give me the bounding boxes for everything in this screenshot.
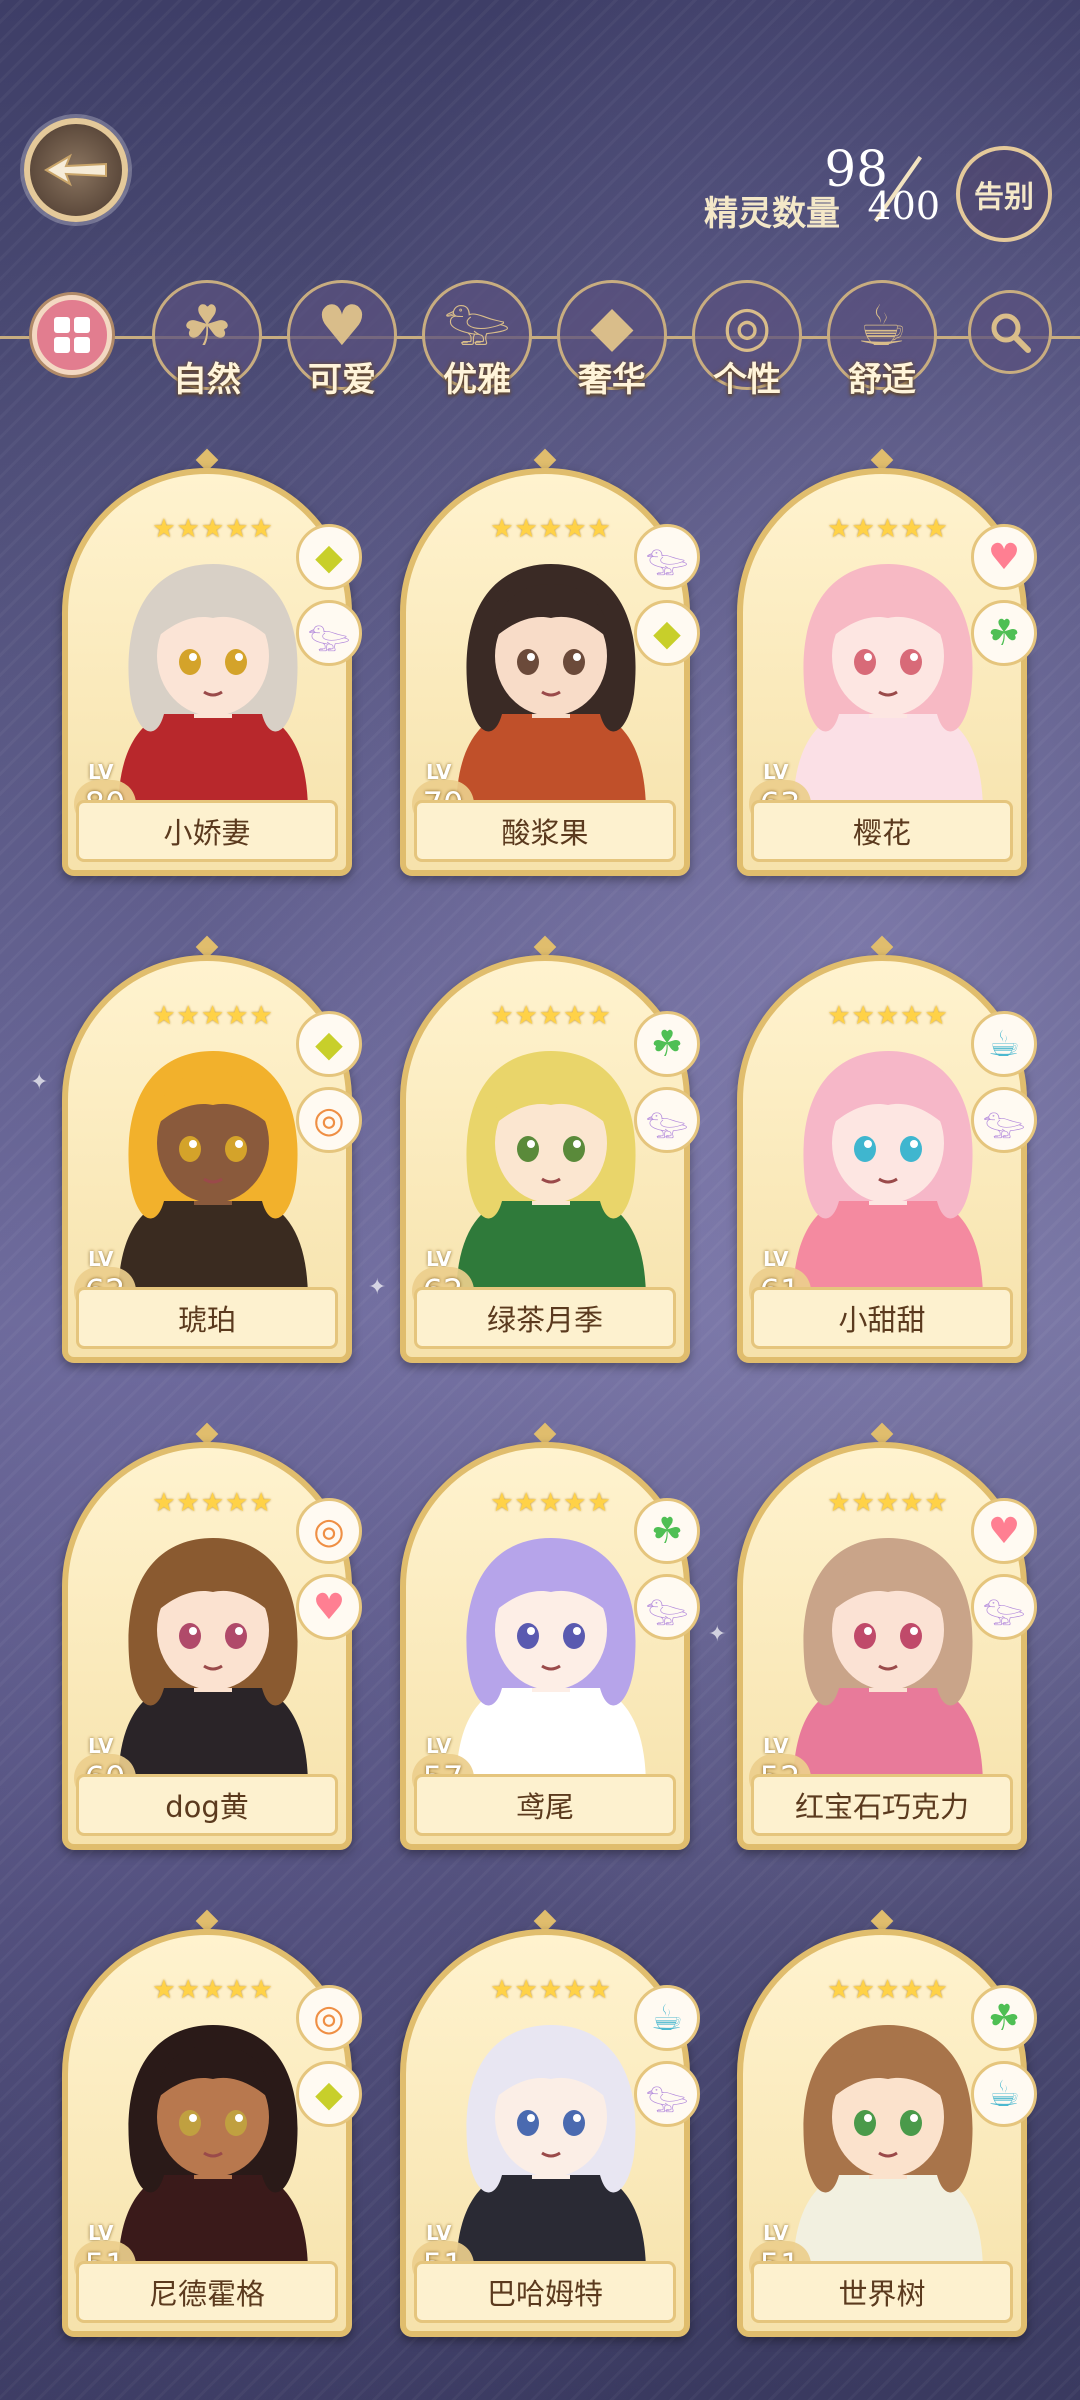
- spirit-name: 酸浆果: [414, 800, 676, 862]
- spirit-card[interactable]: ★★★★★ LV 70 酸浆果 𓅰◆: [400, 448, 700, 876]
- spirit-name: 鸢尾: [414, 1774, 676, 1836]
- spirit-card[interactable]: ★★★★★ LV 62 绿茶月季 ☘𓅰: [400, 935, 700, 1363]
- filter-label: 奢华: [578, 360, 646, 400]
- clover-icon: ☘: [634, 1498, 700, 1564]
- swan-icon: 𓅰: [296, 600, 362, 666]
- search-icon: [991, 313, 1031, 353]
- spirit-name: 红宝石巧克力: [751, 1774, 1013, 1836]
- glasses-icon: ◎: [296, 1087, 362, 1153]
- heart-icon: ♥: [971, 1498, 1037, 1564]
- spirit-card[interactable]: ★★★★★ LV 57 鸢尾 ☘𓅰: [400, 1422, 700, 1850]
- trait-badges: ☘ 𓅰: [634, 1498, 702, 1650]
- trait-badges: ◎ ◆: [296, 1985, 364, 2137]
- farewell-button[interactable]: 告别: [956, 146, 1052, 242]
- spirit-name: 小甜甜: [751, 1287, 1013, 1349]
- spirit-name: 尼德霍格: [76, 2261, 338, 2323]
- spirit-card[interactable]: ★★★★★ LV 60 dog黄 ◎♥: [62, 1422, 362, 1850]
- heart-icon: ♥: [971, 524, 1037, 590]
- farewell-label: 告别: [974, 180, 1034, 215]
- swan-icon: 𓅰: [971, 1087, 1037, 1153]
- trait-badges: ☕ 𓅰: [634, 1985, 702, 2137]
- swan-icon: 𓅰: [443, 294, 511, 359]
- trait-badges: ♥ 𓅰: [971, 1498, 1039, 1650]
- filter-label: 个性: [713, 360, 781, 400]
- count-total: 400: [867, 184, 940, 228]
- swan-icon: 𓅰: [634, 524, 700, 590]
- diamond-icon: ◆: [296, 524, 362, 590]
- spirit-name: 世界树: [751, 2261, 1013, 2323]
- diamond-icon: ◆: [590, 294, 634, 359]
- sparkle-decoration: ✦: [708, 1622, 727, 1647]
- trait-badges: ☕ 𓅰: [971, 1011, 1039, 1163]
- heart-icon: ♥: [316, 294, 368, 359]
- spirit-card[interactable]: ★★★★★ LV 63 樱花 ♥☘: [737, 448, 1037, 876]
- spirit-card[interactable]: ★★★★★ LV 61 小甜甜 ☕𓅰: [737, 935, 1037, 1363]
- trait-badges: ◎ ♥: [296, 1498, 364, 1650]
- trait-badges: ☘ ☕: [971, 1985, 1039, 2137]
- diamond-icon: ◆: [634, 600, 700, 666]
- trait-badges: ◆ 𓅰: [296, 524, 364, 676]
- count-label: 精灵数量: [704, 194, 840, 234]
- spirit-card[interactable]: ★★★★★ LV 51 尼德霍格 ◎◆: [62, 1909, 362, 2337]
- swan-icon: 𓅰: [634, 2061, 700, 2127]
- glasses-icon: ◎: [296, 1498, 362, 1564]
- diamond-icon: ◆: [296, 1011, 362, 1077]
- spirit-name: 绿茶月季: [414, 1287, 676, 1349]
- clover-icon: ☘: [971, 1985, 1037, 2051]
- trait-badges: ♥ ☘: [971, 524, 1039, 676]
- spirit-name: 小娇妻: [76, 800, 338, 862]
- spirit-name: 樱花: [751, 800, 1013, 862]
- diamond-icon: ◆: [296, 2061, 362, 2127]
- swan-icon: 𓅰: [971, 1574, 1037, 1640]
- trait-badges: 𓅰 ◆: [634, 524, 702, 676]
- spirit-card[interactable]: ★★★★★ LV 51 世界树 ☘☕: [737, 1909, 1037, 2337]
- filter-all-button[interactable]: [32, 295, 112, 375]
- grid-icon: [54, 317, 90, 353]
- spirit-name: dog黄: [76, 1774, 338, 1836]
- teacup-icon: ☕: [971, 1011, 1037, 1077]
- trait-badges: ☘ 𓅰: [634, 1011, 702, 1163]
- glasses-icon: ◎: [722, 294, 772, 359]
- swan-icon: 𓅰: [634, 1574, 700, 1640]
- teacup-icon: ☕: [856, 294, 908, 359]
- swan-icon: 𓅰: [634, 1087, 700, 1153]
- heart-icon: ♥: [296, 1574, 362, 1640]
- filter-label: 自然: [173, 360, 241, 400]
- back-button[interactable]: [24, 118, 128, 222]
- filter-label: 优雅: [443, 360, 511, 400]
- sparkle-decoration: ✦: [30, 1070, 49, 1095]
- teacup-icon: ☕: [634, 1985, 700, 2051]
- back-arrow-icon: [44, 153, 107, 187]
- clover-icon: ☘: [971, 600, 1037, 666]
- spirit-name: 琥珀: [76, 1287, 338, 1349]
- search-button[interactable]: [968, 290, 1052, 374]
- sparkle-decoration: ✦: [368, 1275, 387, 1300]
- clover-icon: ☘: [181, 294, 233, 359]
- trait-badges: ◆ ◎: [296, 1011, 364, 1163]
- teacup-icon: ☕: [971, 2061, 1037, 2127]
- spirit-card[interactable]: ★★★★★ LV 52 红宝石巧克力 ♥𓅰: [737, 1422, 1037, 1850]
- spirit-card[interactable]: ★★★★★ LV 51 巴哈姆特 ☕𓅰: [400, 1909, 700, 2337]
- spirit-card[interactable]: ★★★★★ LV 80 小娇妻 ◆𓅰: [62, 448, 362, 876]
- filter-label: 舒适: [848, 360, 916, 400]
- spirit-name: 巴哈姆特: [414, 2261, 676, 2323]
- filter-label: 可爱: [308, 360, 376, 400]
- spirit-card[interactable]: ★★★★★ LV 62 琥珀 ◆◎: [62, 935, 362, 1363]
- glasses-icon: ◎: [296, 1985, 362, 2051]
- clover-icon: ☘: [634, 1011, 700, 1077]
